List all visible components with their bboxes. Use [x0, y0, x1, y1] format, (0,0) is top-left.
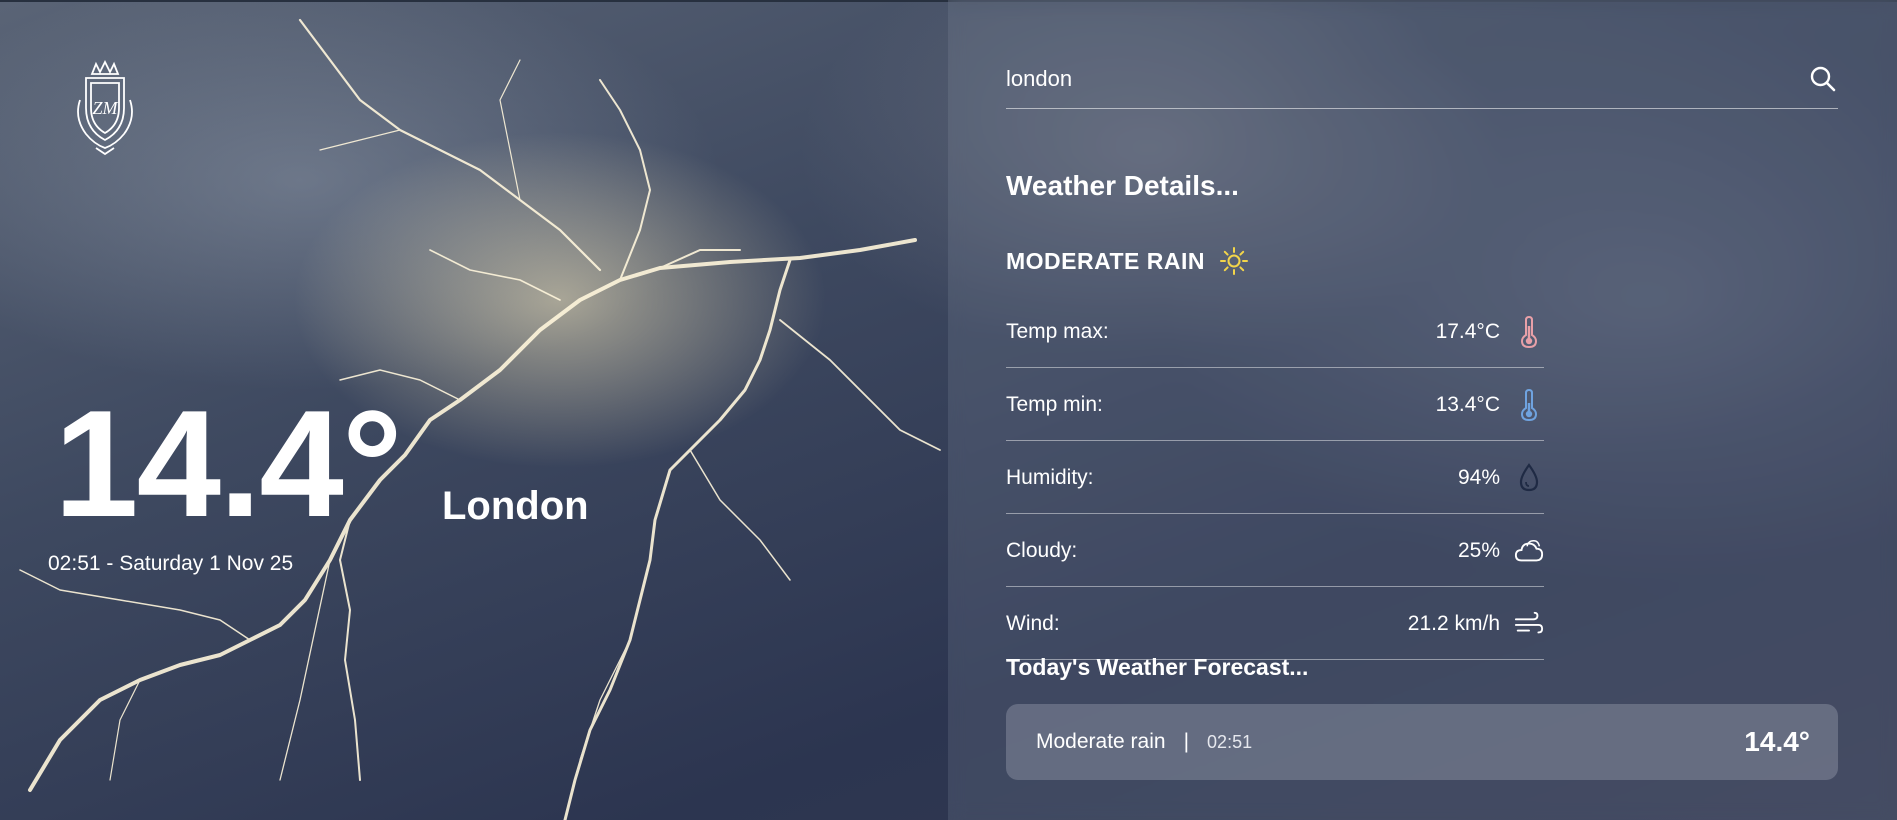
detail-value: 21.2 km/h: [1407, 611, 1500, 635]
forecast-item[interactable]: Moderate rain | 02:51 14.4°: [1006, 704, 1838, 780]
search-icon: [1810, 66, 1836, 92]
detail-row-wind: Wind: 21.2 km/h: [1006, 588, 1544, 660]
detail-row-humidity: Humidity: 94%: [1006, 442, 1544, 514]
detail-value: 94%: [1457, 465, 1500, 489]
detail-label: Wind:: [1006, 611, 1060, 635]
forecast-time: 02:51: [1207, 731, 1253, 752]
forecast-separator: |: [1183, 730, 1190, 753]
crest-logo-icon: ZM: [77, 59, 133, 156]
sun-icon: [1220, 247, 1249, 275]
search-bar: [1006, 52, 1838, 109]
detail-label: Cloudy:: [1006, 538, 1078, 562]
condition-label: MODERATE RAIN: [1006, 247, 1206, 274]
cloud-icon: [1514, 536, 1544, 566]
detail-value: 17.4°C: [1435, 319, 1500, 343]
search-input[interactable]: [1006, 62, 1766, 96]
detail-value: 25%: [1457, 538, 1500, 562]
brand-logo[interactable]: ZM: [68, 59, 142, 156]
weather-details-title: Weather Details...: [1006, 170, 1239, 201]
current-datetime: 02:51 - Saturday 1 Nov 25: [48, 552, 294, 575]
search-button[interactable]: [1808, 64, 1838, 94]
detail-label: Temp min:: [1006, 392, 1103, 416]
detail-label: Temp max:: [1006, 319, 1109, 343]
detail-label: Humidity:: [1006, 465, 1094, 489]
city-name: London: [442, 484, 589, 528]
wind-icon: [1514, 609, 1544, 639]
condition-heading: MODERATE RAIN: [1006, 246, 1249, 276]
thermometer-cold-icon: [1514, 388, 1544, 421]
forecast-condition: Moderate rain: [1036, 730, 1166, 753]
detail-row-temp-min: Temp min: 13.4°C: [1006, 369, 1544, 441]
forecast-title: Today's Weather Forecast...: [1006, 654, 1309, 680]
droplet-icon: [1514, 462, 1544, 493]
forecast-temperature: 14.4°: [1744, 726, 1810, 757]
thermometer-hot-icon: [1514, 315, 1544, 348]
detail-value: 13.4°C: [1435, 392, 1500, 416]
svg-text:ZM: ZM: [92, 98, 118, 118]
detail-row-temp-max: Temp max: 17.4°C: [1006, 296, 1544, 368]
current-temperature: 14.4°: [54, 379, 403, 549]
detail-row-cloudy: Cloudy: 25%: [1006, 515, 1544, 587]
